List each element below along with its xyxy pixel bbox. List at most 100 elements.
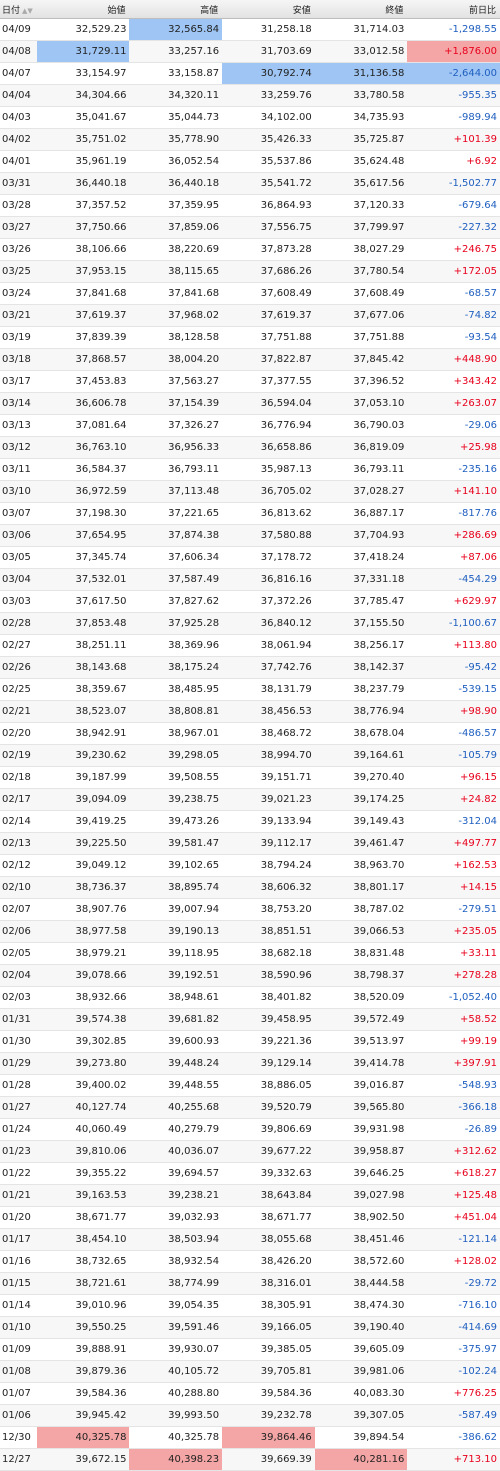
cell-date: 02/03 <box>0 986 37 1009</box>
cell-close: 38,572.60 <box>314 1250 408 1273</box>
cell-date: 02/18 <box>0 766 37 789</box>
cell-date: 03/28 <box>0 194 37 217</box>
cell-change: -587.49 <box>407 1404 500 1427</box>
cell-low: 35,537.86 <box>222 150 315 173</box>
cell-close: 36,819.09 <box>314 436 408 459</box>
column-header-high[interactable]: 高値 <box>129 0 223 19</box>
cell-open: 36,763.10 <box>36 436 130 459</box>
column-header-date[interactable]: 日付 ▲▼ <box>0 0 37 19</box>
cell-open: 38,732.65 <box>36 1250 130 1273</box>
cell-date: 03/03 <box>0 590 37 613</box>
table-row: 03/25 37,953.15 38,115.65 37,686.26 37,780.5… <box>0 260 500 283</box>
cell-close: 39,027.98 <box>314 1184 408 1207</box>
cell-high: 39,238.21 <box>129 1184 223 1207</box>
cell-open: 38,523.07 <box>36 700 130 723</box>
cell-high: 37,221.65 <box>129 502 223 525</box>
cell-change: +618.27 <box>407 1162 500 1185</box>
cell-high: 39,032.93 <box>129 1206 223 1229</box>
cell-open: 37,841.68 <box>36 282 130 305</box>
cell-change: -93.54 <box>407 326 500 349</box>
column-header-close[interactable]: 終値 <box>314 0 408 19</box>
cell-date: 01/22 <box>0 1162 37 1185</box>
table-row: 02/25 38,359.67 38,485.95 38,131.79 38,237.7… <box>0 678 500 701</box>
cell-high: 38,503.94 <box>129 1228 223 1251</box>
cell-change: +101.39 <box>407 128 500 151</box>
column-header-open[interactable]: 始値 <box>36 0 130 19</box>
price-history-table: 日付 ▲▼ 始値 高値 安値 終値 前日比 04/09 32,529.23 32,56… <box>0 0 500 1471</box>
cell-high: 39,591.46 <box>129 1316 223 1339</box>
cell-high: 38,948.61 <box>129 986 223 1009</box>
cell-change: -955.35 <box>407 84 500 107</box>
table-row: 02/05 38,979.21 39,118.95 38,682.18 38,831.4… <box>0 942 500 965</box>
cell-high: 37,859.06 <box>129 216 223 239</box>
cell-change: -279.51 <box>407 898 500 921</box>
cell-date: 03/19 <box>0 326 37 349</box>
table-header: 日付 ▲▼ 始値 高値 安値 終値 前日比 <box>0 0 500 19</box>
cell-open: 38,942.91 <box>36 722 130 745</box>
table-row: 03/05 37,345.74 37,606.34 37,178.72 37,418.2… <box>0 546 500 569</box>
cell-date: 03/11 <box>0 458 37 481</box>
table-row: 01/28 39,400.02 39,448.55 38,886.05 39,016.8… <box>0 1074 500 1097</box>
cell-change: +25.98 <box>407 436 500 459</box>
cell-high: 38,808.81 <box>129 700 223 723</box>
cell-open: 37,345.74 <box>36 546 130 569</box>
cell-close: 40,281.16 <box>314 1448 408 1471</box>
cell-change: -29.06 <box>407 414 500 437</box>
cell-low: 37,822.87 <box>222 348 315 371</box>
cell-date: 01/24 <box>0 1118 37 1141</box>
cell-change: -679.64 <box>407 194 500 217</box>
cell-high: 37,874.38 <box>129 524 223 547</box>
cell-close: 31,714.03 <box>314 18 408 41</box>
cell-date: 01/06 <box>0 1404 37 1427</box>
cell-date: 03/13 <box>0 414 37 437</box>
cell-high: 34,320.11 <box>129 84 223 107</box>
cell-date: 01/16 <box>0 1250 37 1273</box>
cell-close: 38,798.37 <box>314 964 408 987</box>
cell-change: +128.02 <box>407 1250 500 1273</box>
cell-change: +99.19 <box>407 1030 500 1053</box>
cell-open: 37,619.37 <box>36 304 130 327</box>
cell-low: 35,541.72 <box>222 172 315 195</box>
cell-low: 38,671.77 <box>222 1206 315 1229</box>
cell-high: 36,956.33 <box>129 436 223 459</box>
cell-close: 37,751.88 <box>314 326 408 349</box>
cell-close: 37,799.97 <box>314 216 408 239</box>
cell-high: 36,793.11 <box>129 458 223 481</box>
cell-low: 38,468.72 <box>222 722 315 745</box>
column-header-low[interactable]: 安値 <box>222 0 315 19</box>
cell-low: 37,751.88 <box>222 326 315 349</box>
cell-change: -235.16 <box>407 458 500 481</box>
sort-down-icon[interactable]: ▼ <box>27 7 32 15</box>
table-row: 03/14 36,606.78 37,154.39 36,594.04 37,053.1… <box>0 392 500 415</box>
cell-change: +312.62 <box>407 1140 500 1163</box>
cell-high: 39,298.05 <box>129 744 223 767</box>
cell-change: -95.42 <box>407 656 500 679</box>
cell-change: -486.57 <box>407 722 500 745</box>
cell-change: -375.97 <box>407 1338 500 1361</box>
cell-open: 40,127.74 <box>36 1096 130 1119</box>
cell-open: 39,879.36 <box>36 1360 130 1383</box>
cell-open: 38,359.67 <box>36 678 130 701</box>
cell-high: 39,600.93 <box>129 1030 223 1053</box>
sort-arrows-icon[interactable]: ▲▼ <box>22 7 33 15</box>
cell-close: 38,787.02 <box>314 898 408 921</box>
cell-change: +713.10 <box>407 1448 500 1471</box>
cell-high: 39,473.26 <box>129 810 223 833</box>
cell-low: 36,813.62 <box>222 502 315 525</box>
cell-close: 38,142.37 <box>314 656 408 679</box>
cell-change: +497.77 <box>407 832 500 855</box>
cell-close: 39,414.78 <box>314 1052 408 1075</box>
cell-high: 38,220.69 <box>129 238 223 261</box>
cell-close: 39,894.54 <box>314 1426 408 1449</box>
cell-low: 38,055.68 <box>222 1228 315 1251</box>
cell-date: 02/06 <box>0 920 37 943</box>
cell-close: 35,725.87 <box>314 128 408 151</box>
cell-low: 38,401.82 <box>222 986 315 1009</box>
table-row: 04/08 31,729.11 33,257.16 31,703.69 33,012.5… <box>0 40 500 63</box>
cell-close: 37,704.93 <box>314 524 408 547</box>
cell-high: 35,778.90 <box>129 128 223 151</box>
cell-low: 39,129.14 <box>222 1052 315 1075</box>
column-header-change[interactable]: 前日比 <box>407 0 500 19</box>
cell-low: 38,886.05 <box>222 1074 315 1097</box>
cell-date: 03/06 <box>0 524 37 547</box>
